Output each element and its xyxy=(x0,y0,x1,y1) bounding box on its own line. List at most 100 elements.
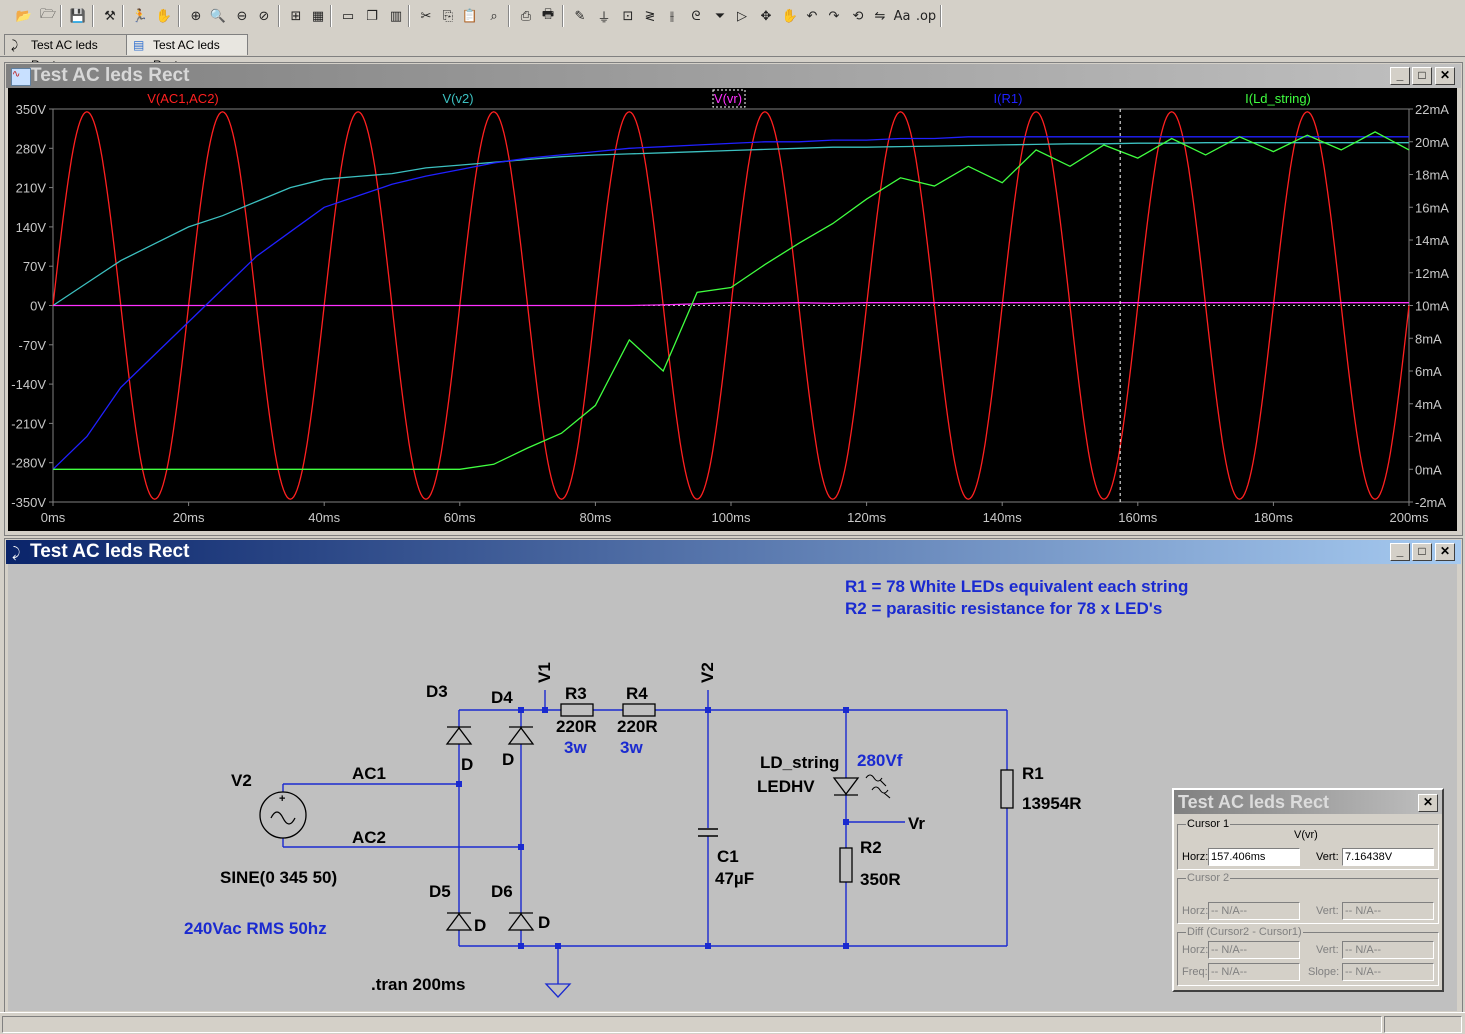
tab-waveform[interactable]: ▤ Test AC leds Rect xyxy=(126,34,248,72)
label-r1: R1 xyxy=(1022,764,1044,783)
cut-icon[interactable]: ✂ xyxy=(416,6,436,26)
cascade-icon[interactable]: ❐ xyxy=(362,6,382,26)
label-icon[interactable]: ⊡ xyxy=(618,6,638,26)
grid-icon[interactable]: ▦ xyxy=(308,6,328,26)
halt-icon[interactable]: ✋ xyxy=(154,6,174,26)
y-left-tick-label: 0V xyxy=(30,299,46,314)
freq-label: Freq: xyxy=(1182,966,1208,978)
horz-label: Horz: xyxy=(1182,944,1209,956)
redo-icon[interactable]: ↷ xyxy=(824,6,844,26)
label-d6-model: D xyxy=(538,913,550,932)
diode-icon[interactable]: ⏷ xyxy=(710,6,730,26)
resistor-icon[interactable]: ≷ xyxy=(640,6,660,26)
minimize-button[interactable]: _ xyxy=(1390,67,1410,85)
cursor1-vert-field[interactable]: 7.16438V xyxy=(1342,848,1434,866)
print-icon[interactable]: 🖶 xyxy=(538,6,558,26)
zoom-in-icon[interactable]: ⊕ xyxy=(186,6,206,26)
label-d4: D4 xyxy=(491,688,513,707)
maximize-button[interactable]: □ xyxy=(1412,67,1432,85)
rotate-icon[interactable]: ⟲ xyxy=(848,6,868,26)
x-tick-label: 160ms xyxy=(1118,510,1158,525)
diff-group-label: Diff (Cursor2 - Cursor1) xyxy=(1186,926,1303,938)
print-preview-icon[interactable]: ⎙ xyxy=(516,6,536,26)
label-ld-string: LD_string xyxy=(760,753,839,772)
legend-item-i-r1-: I(R1) xyxy=(994,91,1023,106)
slope-label: Slope: xyxy=(1308,966,1340,978)
undo-icon[interactable]: ↶ xyxy=(802,6,822,26)
hammer-icon[interactable]: ⚒ xyxy=(100,6,120,26)
minimize-button[interactable]: _ xyxy=(1390,543,1410,561)
capacitor xyxy=(698,828,718,837)
folder-icon[interactable]: 🗁 xyxy=(38,6,58,26)
status-bar xyxy=(0,1012,1465,1034)
paste-icon[interactable]: 📋 xyxy=(460,6,480,26)
y-right-tick-label: 8mA xyxy=(1415,331,1442,346)
capacitor-icon[interactable]: ⫲ xyxy=(662,6,682,26)
label-r4-power: 3w xyxy=(620,738,643,757)
label-d6: D6 xyxy=(491,882,513,901)
run-icon[interactable]: 🏃 xyxy=(130,6,150,26)
y-right-tick-label: 10mA xyxy=(1415,299,1449,314)
y-left-tick-label: -140V xyxy=(11,377,46,392)
label-v1-net: V1 xyxy=(535,662,554,683)
zoom-area-icon[interactable]: 🔍 xyxy=(208,6,228,26)
spice-directive-icon[interactable]: .op xyxy=(916,6,936,26)
wire-icon[interactable]: ✎ xyxy=(570,6,590,26)
x-tick-label: 80ms xyxy=(580,510,612,525)
x-tick-label: 140ms xyxy=(983,510,1023,525)
zoom-cancel-icon[interactable]: ⊘ xyxy=(254,6,274,26)
diff-freq-field: -- N/A-- xyxy=(1208,963,1300,981)
x-tick-label: 200ms xyxy=(1389,510,1429,525)
status-pane-main xyxy=(2,1016,1382,1033)
tab-schematic[interactable]: ⤸ Test AC leds Rect xyxy=(4,34,128,72)
component-icon[interactable]: ▷ xyxy=(732,6,752,26)
label-c1: C1 xyxy=(717,847,739,866)
label-d5: D5 xyxy=(429,882,451,901)
close-button[interactable]: ✕ xyxy=(1435,543,1455,561)
cursor1-horz-field[interactable]: 157.406ms xyxy=(1208,848,1300,866)
y-right-tick-label: 20mA xyxy=(1415,135,1449,150)
y-left-tick-label: 350V xyxy=(16,102,47,117)
text-icon[interactable]: Aa xyxy=(892,6,912,26)
y-right-tick-label: -2mA xyxy=(1415,495,1446,510)
close-button[interactable]: ✕ xyxy=(1418,794,1438,812)
move-icon[interactable]: ✥ xyxy=(756,6,776,26)
legend-item-v-vr-: V(vr) xyxy=(714,91,742,106)
toolbar-separator xyxy=(508,5,510,27)
label-ledhv: LEDHV xyxy=(757,777,815,796)
drag-icon[interactable]: ✋ xyxy=(780,6,800,26)
y-right-tick-label: 6mA xyxy=(1415,364,1442,379)
save-icon[interactable]: 💾 xyxy=(68,6,88,26)
schematic-icon: ⤸ xyxy=(11,38,19,52)
tile-vertical-icon[interactable]: ▥ xyxy=(386,6,406,26)
ground-symbol xyxy=(544,983,572,998)
maximize-button[interactable]: □ xyxy=(1412,543,1432,561)
x-tick-label: 180ms xyxy=(1254,510,1294,525)
ground-icon[interactable]: ⏚ xyxy=(594,6,614,26)
toolbar-separator xyxy=(60,5,62,27)
diff-group: Diff (Cursor2 - Cursor1) Horz: -- N/A-- … xyxy=(1177,926,1439,986)
y-left-tick-label: 280V xyxy=(16,141,47,156)
horz-label: Horz: xyxy=(1182,851,1209,863)
y-right-tick-label: 12mA xyxy=(1415,266,1449,281)
document-tabs: ⤸ Test AC leds Rect ▤ Test AC leds Rect xyxy=(0,32,1465,72)
autorange-icon[interactable]: ⊞ xyxy=(286,6,306,26)
label-r3-value: 220R xyxy=(556,717,597,736)
cursor2-horz-field: -- N/A-- xyxy=(1208,902,1300,920)
mirror-icon[interactable]: ⇋ xyxy=(870,6,890,26)
open-icon[interactable]: 📂 xyxy=(14,6,34,26)
close-button[interactable]: ✕ xyxy=(1435,67,1455,85)
cursor2-vert-field: -- N/A-- xyxy=(1342,902,1434,920)
note-r2: R2 = parasitic resistance for 78 x LED's xyxy=(845,599,1162,618)
waveform-plot[interactable]: 0ms 20ms 40ms 60ms 80ms 100ms 120ms 140ms 160ms 1… xyxy=(8,88,1457,531)
label-d4-model: D xyxy=(502,750,514,769)
cursor2-group-label: Cursor 2 xyxy=(1186,872,1231,884)
x-tick-label: 60ms xyxy=(444,510,476,525)
zoom-out-icon[interactable]: ⊖ xyxy=(232,6,252,26)
tile-horizontal-icon[interactable]: ▭ xyxy=(338,6,358,26)
cursor-dialog-title-text: Test AC leds Rect xyxy=(1178,792,1330,812)
label-r2-value: 350R xyxy=(860,870,901,889)
inductor-icon[interactable]: ᘓ xyxy=(686,6,706,26)
copy-icon[interactable]: ⎘ xyxy=(438,6,458,26)
find-icon[interactable]: ⌕ xyxy=(484,6,504,26)
